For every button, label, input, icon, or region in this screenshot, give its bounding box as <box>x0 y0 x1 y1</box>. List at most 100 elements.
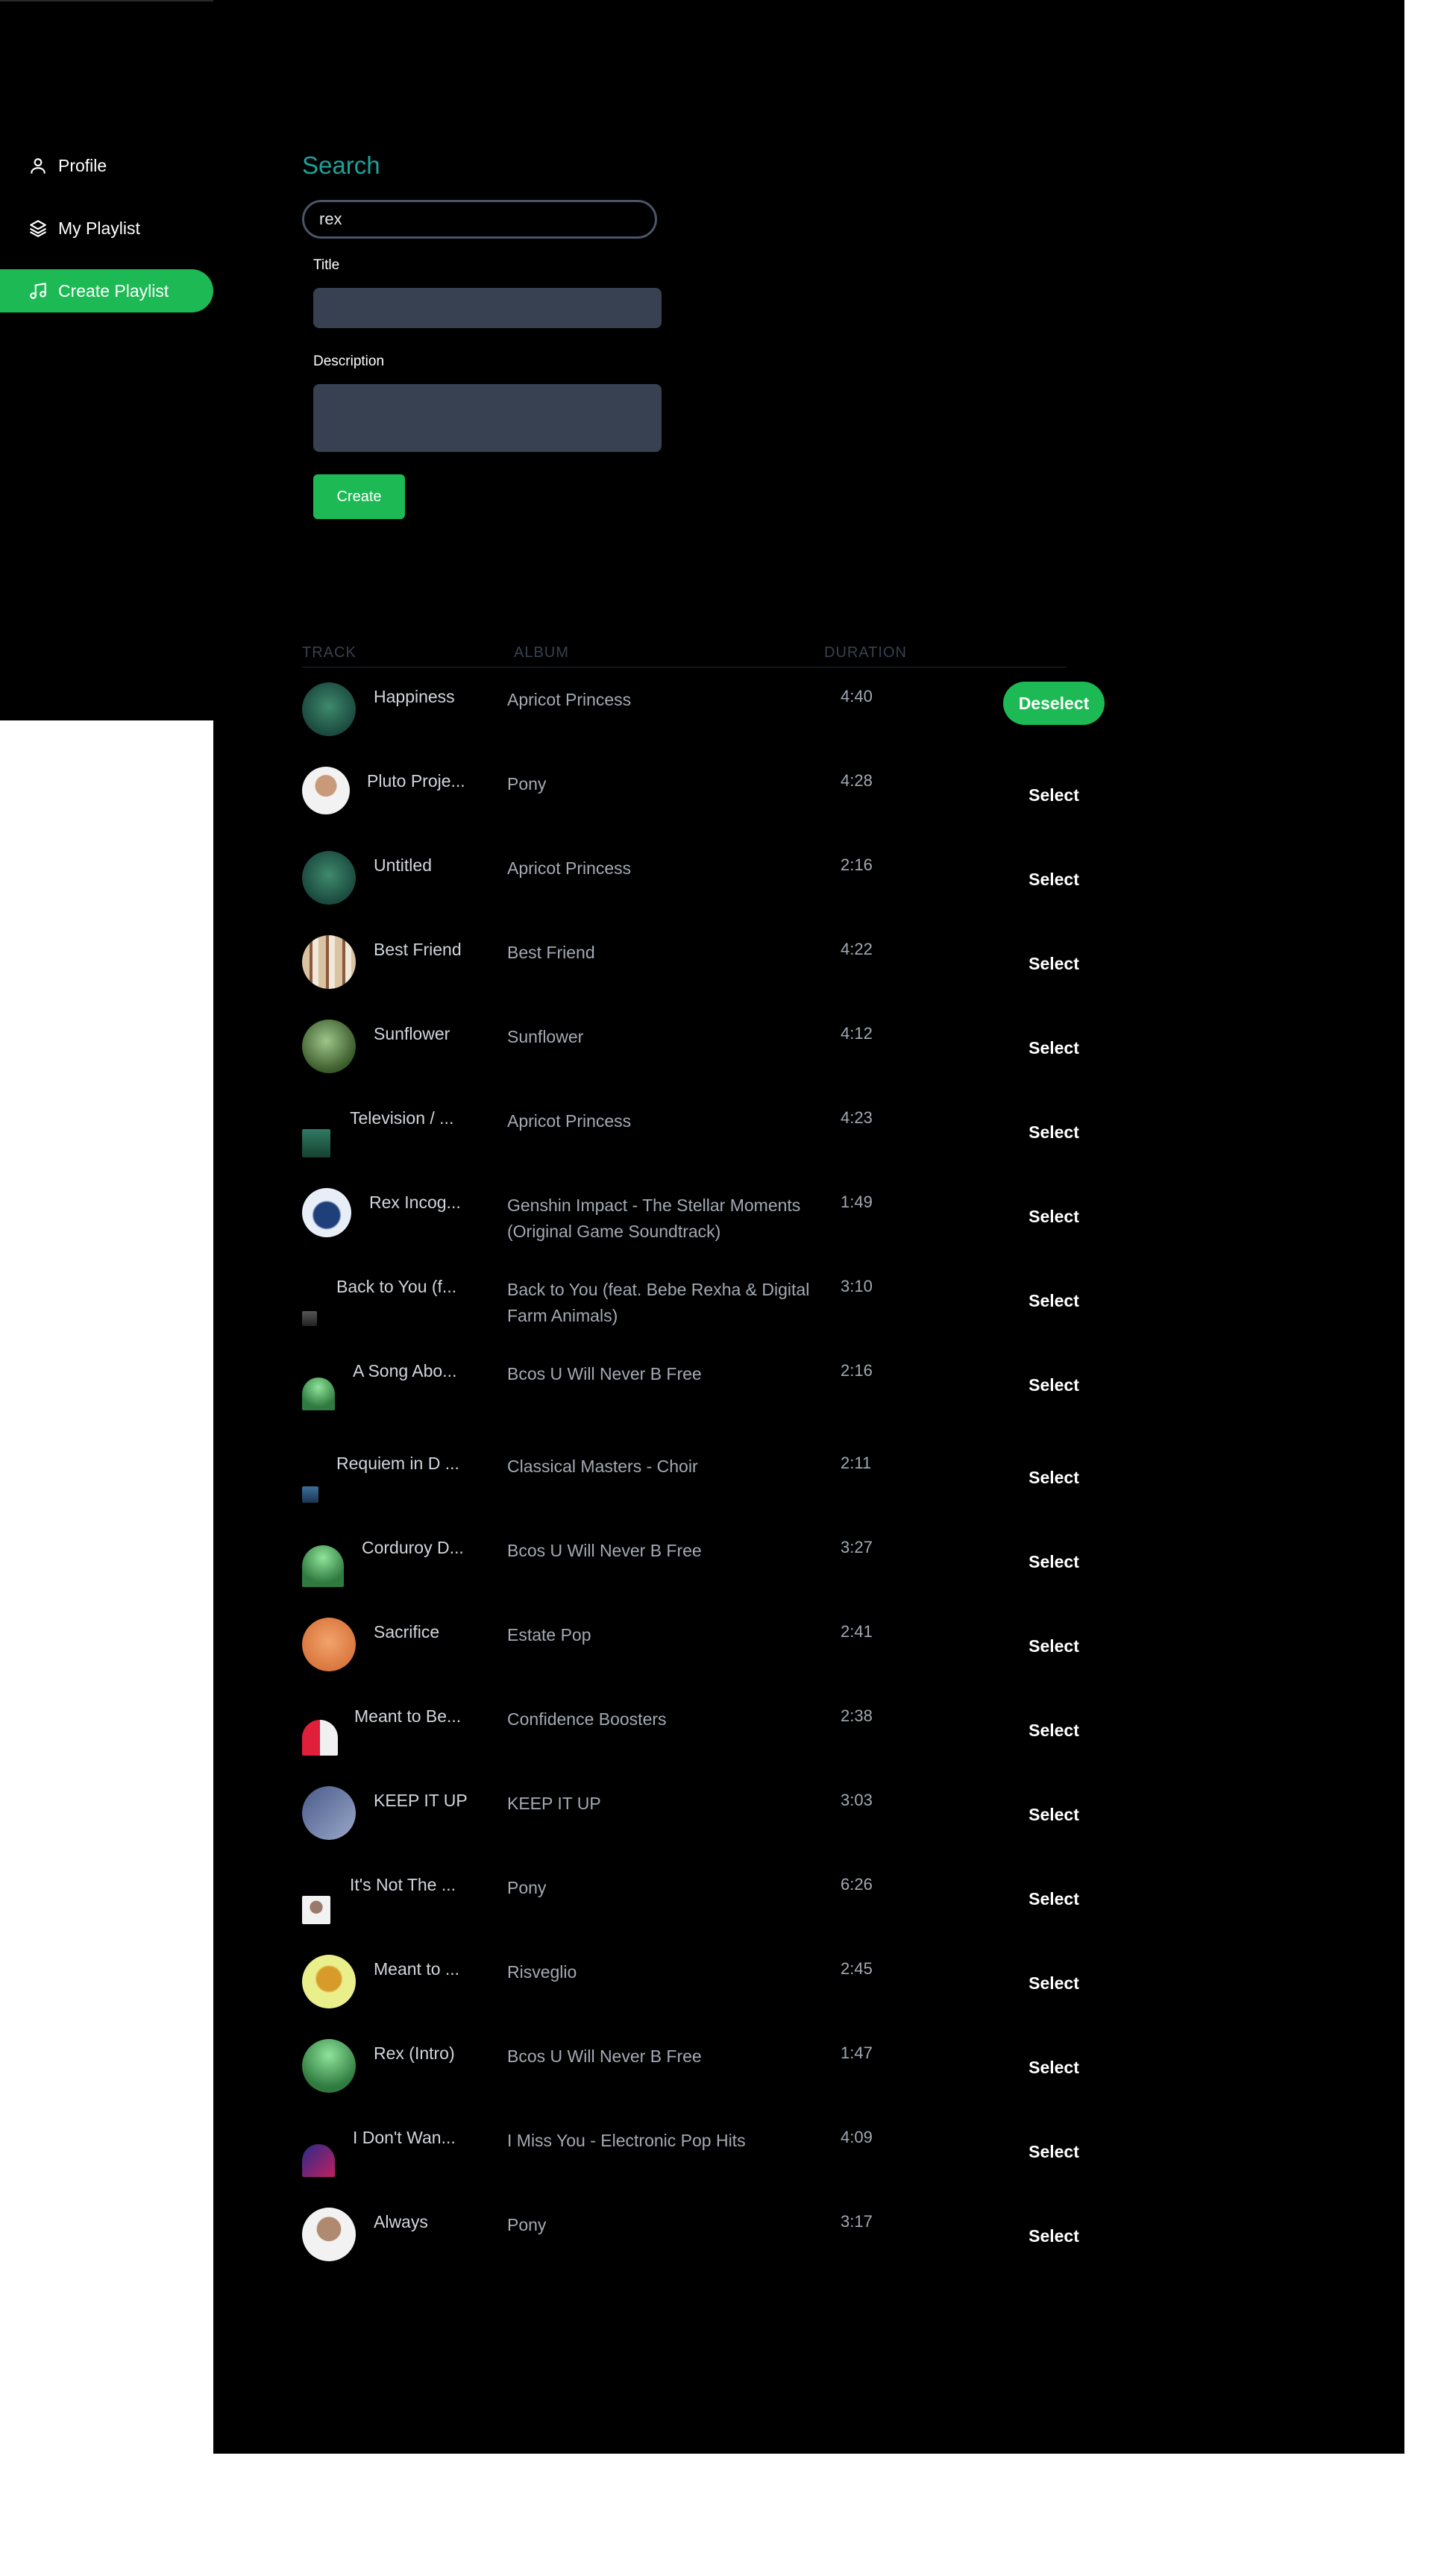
album-header: ALBUM <box>514 644 569 661</box>
track-title: Back to You (f... <box>336 1277 457 1296</box>
album-art <box>302 1377 335 1410</box>
select-button[interactable]: Select <box>1003 1456 1105 1499</box>
album-name: Pony <box>507 2215 547 2234</box>
album-name: Bcos U Will Never B Free <box>507 2046 702 2066</box>
select-button[interactable]: Select <box>1003 1624 1105 1668</box>
track-duration: 4:23 <box>841 1108 873 1127</box>
select-button[interactable]: Select <box>1003 1195 1105 1238</box>
description-field[interactable] <box>313 384 662 452</box>
album-art <box>302 2144 335 2177</box>
track-duration: 4:40 <box>841 687 873 706</box>
album-art <box>302 851 356 905</box>
track-duration: 1:49 <box>841 1193 873 1211</box>
sidebar: Profile My Playlist Create Playlist <box>0 0 213 720</box>
select-button[interactable]: Select <box>1003 773 1105 817</box>
select-button[interactable]: Select <box>1003 1110 1105 1154</box>
duration-header: DURATION <box>824 644 907 661</box>
sidebar-item-label: Profile <box>58 155 107 175</box>
album-art <box>302 1545 344 1587</box>
album-art <box>302 1720 338 1756</box>
sidebar-item-create-playlist[interactable]: Create Playlist <box>0 269 213 312</box>
sidebar-item-my-playlist[interactable]: My Playlist <box>0 207 213 250</box>
search-input[interactable] <box>302 200 657 239</box>
album-art <box>302 1786 356 1840</box>
user-icon <box>31 158 45 174</box>
title-label: Title <box>313 257 340 273</box>
search-title: Search <box>302 151 380 179</box>
album-art <box>302 1896 330 1924</box>
track-title: A Song Abo... <box>353 1361 457 1380</box>
album-name: Apricot Princess <box>507 690 632 709</box>
table-row: Rex (Intro) Bcos U Will Never B Free 1:47 S… <box>302 2028 1122 2112</box>
select-button[interactable]: Select <box>1003 942 1105 985</box>
album-name: Risveglio <box>507 1962 577 1982</box>
album-name: Estate Pop <box>507 1625 591 1644</box>
track-title: Requiem in D ... <box>336 1454 459 1473</box>
album-art <box>302 935 356 989</box>
table-row: Best Friend Best Friend 4:22 Select <box>302 924 1122 1008</box>
track-title: Pluto Proje... <box>367 771 465 791</box>
album-art <box>302 767 350 814</box>
track-title: Always <box>374 2212 428 2231</box>
track-duration: 3:10 <box>841 1277 873 1295</box>
track-duration: 4:28 <box>841 771 873 790</box>
layers-icon <box>30 220 46 237</box>
description-label: Description <box>313 354 385 369</box>
track-duration: 3:27 <box>841 1538 873 1556</box>
track-duration: 6:26 <box>841 1875 873 1894</box>
album-name: Genshin Impact - The Stellar Moments (Or… <box>507 1196 801 1241</box>
album-name: Best Friend <box>507 943 595 962</box>
album-art <box>302 1311 317 1326</box>
table-row: Sacrifice Estate Pop 2:41 Select <box>302 1606 1122 1691</box>
select-button[interactable]: Select <box>1003 1279 1105 1322</box>
track-title: Meant to Be... <box>354 1706 462 1726</box>
table-row: Corduroy D... Bcos U Will Never B Free 3:2… <box>302 1522 1122 1606</box>
track-duration: 2:11 <box>841 1454 872 1472</box>
table-row: Always Pony 3:17 Select <box>302 2196 1122 2281</box>
title-field[interactable] <box>313 288 662 328</box>
album-name: Apricot Princess <box>507 1111 632 1131</box>
sidebar-item-label: Create Playlist <box>58 280 169 301</box>
table-row: Television / ... Apricot Princess 4:23 Sele… <box>302 1093 1122 1177</box>
select-button[interactable]: Select <box>1003 1026 1105 1069</box>
table-row: It's Not The ... Pony 6:26 Select <box>302 1859 1122 1944</box>
select-button[interactable]: Select <box>1003 1540 1105 1583</box>
album-name: Bcos U Will Never B Free <box>507 1364 702 1383</box>
track-title: Rex Incog... <box>369 1193 461 1212</box>
sidebar-item-profile[interactable]: Profile <box>0 144 213 187</box>
track-duration: 2:16 <box>841 855 873 874</box>
select-button[interactable]: Select <box>1003 1961 1105 2005</box>
album-name: Sunflower <box>507 1027 584 1046</box>
select-button[interactable]: Select <box>1003 858 1105 901</box>
select-button[interactable]: Select <box>1003 1363 1105 1407</box>
track-duration: 2:45 <box>841 1959 873 1978</box>
track-duration: 3:03 <box>841 1791 873 1809</box>
album-name: I Miss You - Electronic Pop Hits <box>507 2131 746 2150</box>
track-duration: 4:12 <box>841 1024 873 1043</box>
select-button[interactable]: Select <box>1003 2130 1105 2173</box>
table-row: A Song Abo... Bcos U Will Never B Free 2:1… <box>302 1345 1122 1430</box>
album-art <box>302 1020 356 1073</box>
album-name: Pony <box>507 774 547 794</box>
album-name: Pony <box>507 1878 547 1897</box>
select-button[interactable]: Select <box>1003 1793 1105 1836</box>
table-row: Happiness Apricot Princess 4:40 Deselect <box>302 671 1122 755</box>
track-title: Sunflower <box>374 1024 450 1043</box>
table-row: Rex Incog... Genshin Impact - The Stellar… <box>302 1177 1122 1261</box>
table-row: I Don't Wan... I Miss You - Electronic Po… <box>302 2112 1122 2196</box>
track-duration: 1:47 <box>841 2043 873 2062</box>
table-row: Untitled Apricot Princess 2:16 Select <box>302 840 1122 924</box>
album-art <box>302 682 356 736</box>
album-art <box>302 1618 356 1671</box>
album-art <box>302 1955 356 2008</box>
track-duration: 2:16 <box>841 1361 873 1380</box>
track-title: KEEP IT UP <box>374 1791 468 1810</box>
track-title: Untitled <box>374 855 432 875</box>
track-title: Meant to ... <box>374 1959 460 1979</box>
deselect-button[interactable]: Deselect <box>1003 682 1105 725</box>
create-button[interactable]: Create <box>313 474 405 519</box>
select-button[interactable]: Select <box>1003 2046 1105 2089</box>
select-button[interactable]: Select <box>1003 2214 1105 2258</box>
select-button[interactable]: Select <box>1003 1877 1105 1920</box>
select-button[interactable]: Select <box>1003 1709 1105 1752</box>
